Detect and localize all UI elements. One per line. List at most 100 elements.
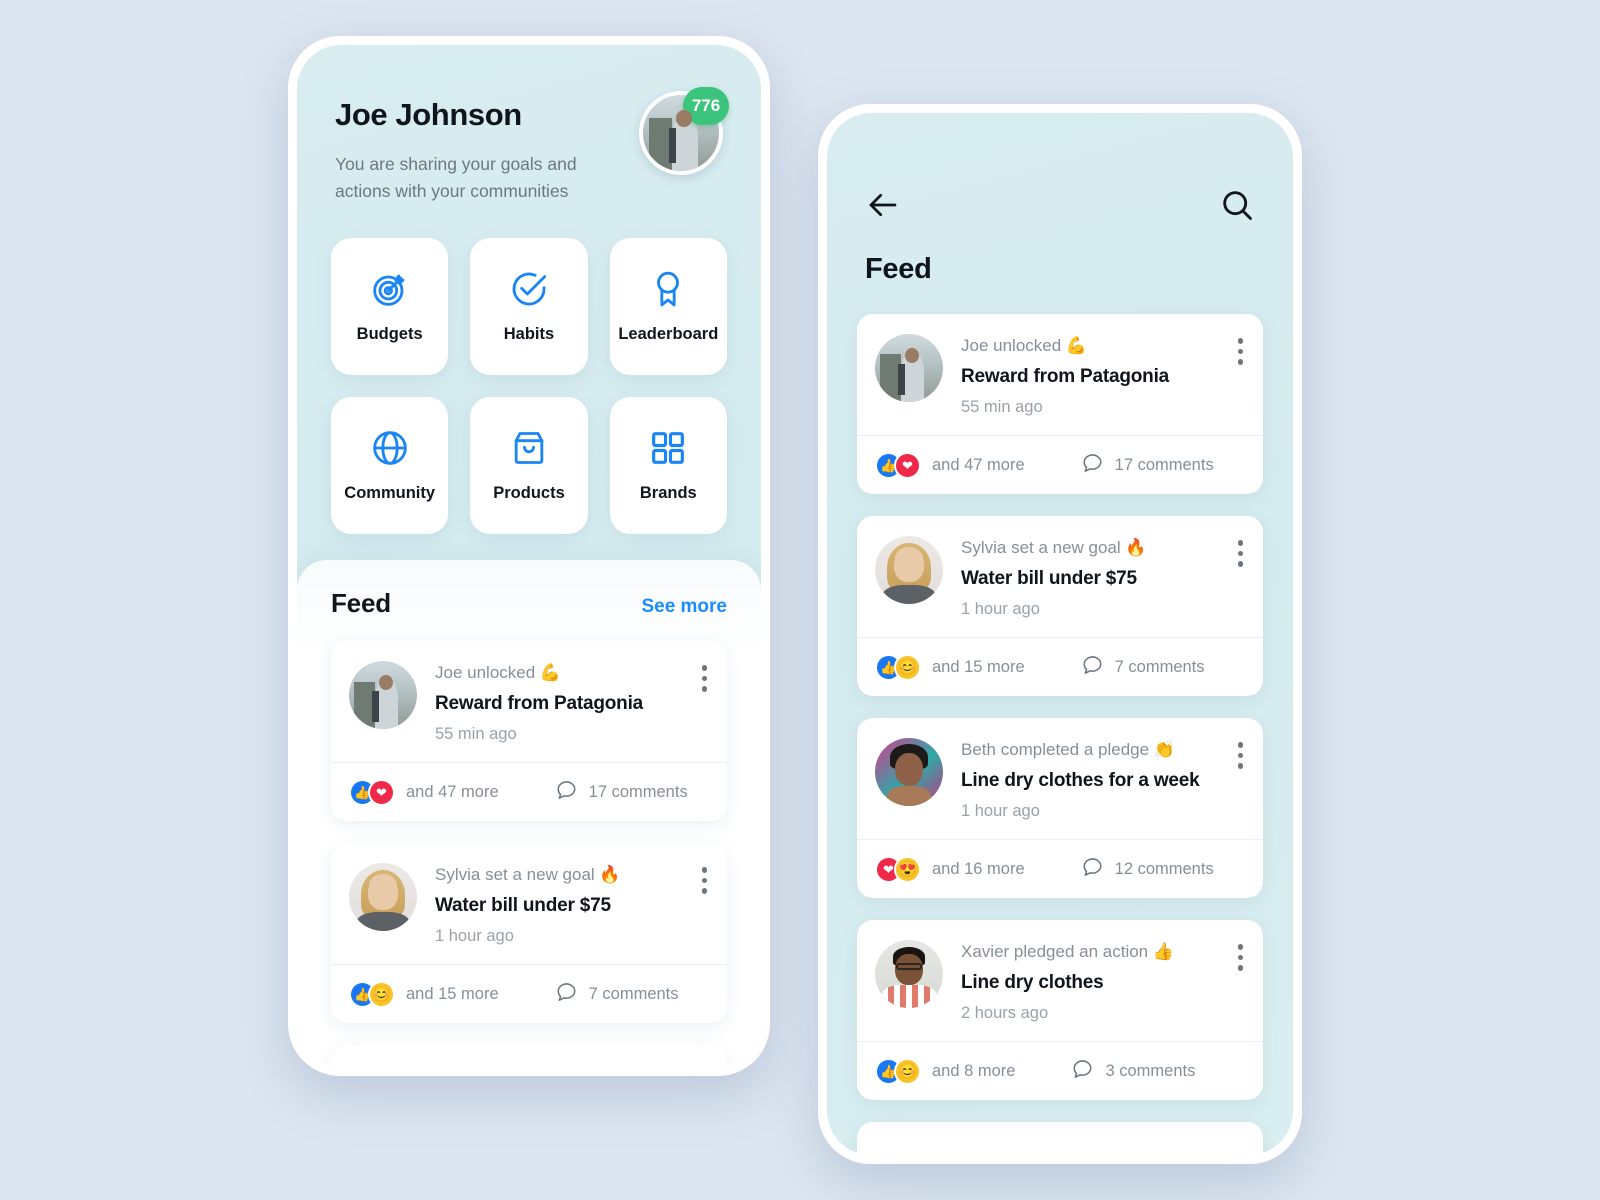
tile-community[interactable]: Community bbox=[331, 397, 449, 535]
post-avatar bbox=[349, 661, 417, 730]
shopping-bag-icon bbox=[509, 428, 549, 468]
post-goal: Line dry clothes bbox=[961, 972, 1104, 994]
post-avatar bbox=[875, 738, 943, 807]
comment-bubble-icon bbox=[1071, 1057, 1094, 1085]
tile-habits[interactable]: Habits bbox=[470, 238, 588, 376]
reaction-group[interactable]: 👍 ❤ bbox=[349, 778, 395, 806]
tile-brands[interactable]: Brands bbox=[609, 397, 727, 535]
screenshot-stage: Joe Johnson You are sharing your goals a… bbox=[0, 0, 1600, 1200]
post-goal: Water bill under $75 bbox=[435, 895, 611, 917]
post-action: Joe unlocked 💪 bbox=[961, 336, 1088, 355]
top-bar bbox=[827, 113, 1293, 223]
feed-post[interactable]: Sylvia set a new goal 🔥 Water bill under… bbox=[331, 843, 727, 1024]
comment-button[interactable]: 7 comments bbox=[1081, 653, 1205, 681]
feed-post[interactable]: Sylvia set a new goal 🔥 Water bill under… bbox=[857, 516, 1263, 697]
post-action: Sylvia set a new goal 🔥 bbox=[961, 538, 1147, 558]
page-title: Feed bbox=[865, 253, 932, 285]
post-avatar bbox=[875, 940, 943, 1009]
comment-count: 17 comments bbox=[588, 782, 688, 801]
post-timestamp: 55 min ago bbox=[435, 725, 517, 744]
tile-label: Brands bbox=[639, 484, 697, 503]
reaction-count: and 16 more bbox=[932, 859, 1025, 878]
post-timestamp: 1 hour ago bbox=[435, 927, 514, 946]
comment-count: 12 comments bbox=[1114, 859, 1214, 878]
comment-count: 3 comments bbox=[1105, 1061, 1196, 1080]
feed-post-partial[interactable] bbox=[331, 1045, 727, 1067]
profile-header: Joe Johnson You are sharing your goals a… bbox=[297, 45, 761, 204]
post-avatar bbox=[875, 536, 943, 605]
target-icon bbox=[370, 269, 410, 309]
post-avatar bbox=[349, 863, 417, 932]
comment-button[interactable]: 17 comments bbox=[555, 778, 688, 806]
feed-post-partial[interactable] bbox=[857, 1122, 1263, 1155]
reaction-count: and 47 more bbox=[932, 455, 1025, 474]
comment-button[interactable]: 7 comments bbox=[555, 980, 679, 1008]
post-menu-icon[interactable] bbox=[1237, 540, 1243, 567]
tile-leaderboard[interactable]: Leaderboard bbox=[609, 238, 727, 376]
post-timestamp: 1 hour ago bbox=[961, 802, 1040, 821]
reaction-group[interactable]: 👍 😊 bbox=[875, 1057, 921, 1085]
grid-icon bbox=[648, 428, 688, 468]
feed-post[interactable]: Beth completed a pledge 👏 Line dry cloth… bbox=[857, 718, 1263, 899]
comment-bubble-icon bbox=[1081, 451, 1104, 479]
post-timestamp: 55 min ago bbox=[961, 398, 1043, 417]
post-action: Beth completed a pledge 👏 bbox=[961, 740, 1175, 760]
feed-post[interactable]: Xavier pledged an action 👍 Line dry clot… bbox=[857, 920, 1263, 1101]
phone-right-screen: Feed Joe unlocked 💪 Reward from Patagoni… bbox=[827, 113, 1293, 1155]
profile-subtitle: You are sharing your goals and actions w… bbox=[335, 154, 577, 201]
smile-icon: 😊 bbox=[894, 1057, 921, 1085]
see-more-link[interactable]: See more bbox=[641, 596, 727, 618]
post-action: Joe unlocked 💪 bbox=[435, 663, 562, 683]
quick-action-grid: Budgets Habits Leaderboard Community Pro… bbox=[331, 238, 727, 535]
phone-left: Joe Johnson You are sharing your goals a… bbox=[288, 36, 770, 1076]
comment-count: 17 comments bbox=[1114, 455, 1214, 474]
reaction-count: and 15 more bbox=[406, 984, 499, 1003]
heart-icon: ❤ bbox=[894, 451, 921, 479]
feed-post[interactable]: Joe unlocked 💪 Reward from Patagonia 55 … bbox=[857, 314, 1263, 495]
post-menu-icon[interactable] bbox=[1237, 338, 1243, 365]
back-arrow-icon[interactable] bbox=[865, 187, 901, 223]
comment-button[interactable]: 12 comments bbox=[1081, 855, 1214, 883]
post-menu-icon[interactable] bbox=[1237, 742, 1243, 769]
award-ribbon-icon bbox=[648, 269, 688, 309]
post-timestamp: 1 hour ago bbox=[961, 600, 1040, 619]
reaction-group[interactable]: ❤ 😍 bbox=[875, 855, 921, 883]
tile-label: Budgets bbox=[356, 325, 423, 344]
check-circle-icon bbox=[509, 269, 549, 309]
reaction-group[interactable]: 👍 😊 bbox=[875, 653, 921, 681]
post-action: Sylvia set a new goal 🔥 bbox=[435, 865, 621, 885]
post-menu-icon[interactable] bbox=[701, 867, 707, 894]
comment-count: 7 comments bbox=[588, 984, 679, 1003]
comment-bubble-icon bbox=[1081, 855, 1104, 883]
post-timestamp: 2 hours ago bbox=[961, 1004, 1049, 1023]
feed-list: Joe unlocked 💪 Reward from Patagonia 55 … bbox=[827, 286, 1293, 1155]
post-menu-icon[interactable] bbox=[1237, 944, 1243, 971]
reaction-count: and 15 more bbox=[932, 657, 1025, 676]
search-icon[interactable] bbox=[1219, 187, 1255, 223]
comment-button[interactable]: 17 comments bbox=[1081, 451, 1214, 479]
reaction-group[interactable]: 👍 😊 bbox=[349, 980, 395, 1008]
reaction-count: and 8 more bbox=[932, 1061, 1016, 1080]
comment-button[interactable]: 3 comments bbox=[1071, 1057, 1195, 1085]
post-goal: Reward from Patagonia bbox=[435, 693, 644, 715]
comment-bubble-icon bbox=[555, 778, 578, 806]
heart-icon: ❤ bbox=[368, 778, 395, 806]
post-goal: Reward from Patagonia bbox=[961, 366, 1170, 388]
feed-post[interactable]: Joe unlocked 💪 Reward from Patagonia 55 … bbox=[331, 641, 727, 822]
tile-label: Products bbox=[493, 484, 565, 503]
comment-count: 7 comments bbox=[1114, 657, 1205, 676]
post-menu-icon[interactable] bbox=[701, 665, 707, 692]
smile-icon: 😊 bbox=[368, 980, 395, 1008]
tile-products[interactable]: Products bbox=[470, 397, 588, 535]
feed-header: Feed See more bbox=[331, 588, 727, 619]
comment-bubble-icon bbox=[1081, 653, 1104, 681]
tile-label: Community bbox=[344, 484, 436, 503]
comment-bubble-icon bbox=[555, 980, 578, 1008]
avatar[interactable]: 776 bbox=[639, 87, 729, 175]
feed-title: Feed bbox=[331, 588, 391, 619]
post-action: Xavier pledged an action 👍 bbox=[961, 942, 1175, 962]
post-goal: Water bill under $75 bbox=[961, 568, 1137, 590]
tile-label: Leaderboard bbox=[618, 325, 719, 344]
reaction-group[interactable]: 👍 ❤ bbox=[875, 451, 921, 479]
tile-budgets[interactable]: Budgets bbox=[331, 238, 449, 376]
